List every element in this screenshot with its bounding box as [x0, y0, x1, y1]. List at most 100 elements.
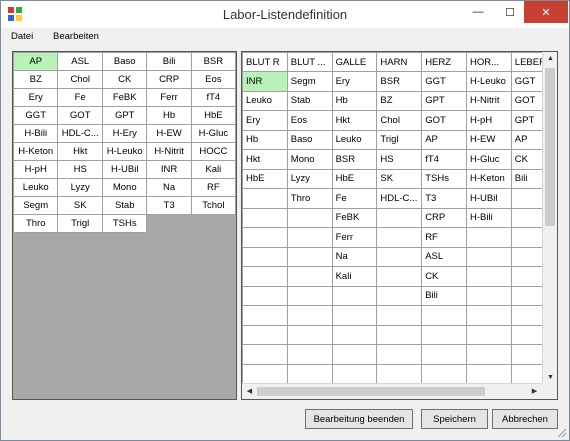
right-grid-cell[interactable]	[286, 285, 333, 306]
right-grid-cell[interactable]	[376, 363, 423, 384]
left-grid-cell[interactable]: AP	[13, 52, 59, 71]
right-grid-cell[interactable]	[465, 363, 512, 384]
vertical-scroll-thumb[interactable]	[545, 68, 555, 226]
right-grid-cell[interactable]	[286, 363, 333, 384]
left-grid-cell[interactable]: fT4	[190, 88, 236, 107]
right-grid-cell[interactable]: SK	[376, 168, 423, 189]
left-grid-cell[interactable]: Baso	[101, 52, 148, 71]
right-grid-cell[interactable]: GGT	[421, 71, 467, 92]
right-grid-cell[interactable]: T3	[421, 188, 467, 209]
right-grid-cell[interactable]	[465, 344, 512, 365]
right-grid-cell[interactable]: TSHs	[421, 168, 467, 189]
left-grid-cell[interactable]: TSHs	[101, 214, 148, 233]
left-grid-cell[interactable]: H-pH	[13, 160, 59, 179]
right-grid-cell[interactable]: H-UBil	[465, 188, 512, 209]
right-grid-cell[interactable]: BSR	[331, 149, 378, 170]
left-grid-cell[interactable]: HOCC	[190, 142, 236, 161]
scroll-right-icon[interactable]: ▶	[527, 387, 542, 395]
left-grid-cell[interactable]: H-Ery	[101, 124, 148, 143]
right-grid-cell[interactable]	[242, 285, 288, 306]
column-header[interactable]: HARN	[376, 52, 423, 72]
right-grid-cell[interactable]: Lyzy	[286, 168, 333, 189]
right-grid-cell[interactable]	[376, 344, 423, 365]
right-grid-cell[interactable]	[286, 227, 333, 248]
column-header[interactable]: BLUT ...	[286, 52, 333, 72]
left-grid-cell[interactable]: GGT	[13, 106, 59, 125]
right-grid-cell[interactable]: ASL	[421, 246, 467, 267]
right-grid-cell[interactable]: Kali	[331, 266, 378, 287]
right-grid-cell[interactable]: HDL-C...	[376, 188, 423, 209]
left-grid-cell[interactable]: HS	[57, 160, 103, 179]
left-grid-cell[interactable]: Trigl	[57, 214, 103, 233]
right-grid-cell[interactable]	[242, 344, 288, 365]
left-grid-cell[interactable]: HDL-C...	[57, 124, 103, 143]
right-grid-cell[interactable]: GPT	[421, 90, 467, 111]
right-grid-cell[interactable]	[242, 324, 288, 345]
maximize-button[interactable]: ☐	[495, 1, 525, 23]
scroll-left-icon[interactable]: ◀	[242, 387, 257, 395]
menu-bearbeiten[interactable]: Bearbeiten	[53, 31, 99, 42]
scroll-up-icon[interactable]: ▲	[543, 55, 557, 62]
right-grid-cell[interactable]: Eos	[286, 110, 333, 131]
right-grid-cell[interactable]	[286, 344, 333, 365]
right-grid-cell[interactable]: fT4	[421, 149, 467, 170]
right-grid-cell[interactable]	[465, 305, 512, 326]
left-grid-cell[interactable]: Ferr	[146, 88, 192, 107]
right-grid-cell[interactable]	[286, 246, 333, 267]
right-grid-cell[interactable]: Ery	[331, 71, 378, 92]
horizontal-scrollbar[interactable]: ◀ ▶	[242, 383, 542, 399]
right-grid-cell[interactable]: BZ	[376, 90, 423, 111]
right-grid-cell[interactable]	[242, 188, 288, 209]
right-grid-cell[interactable]	[376, 246, 423, 267]
right-grid-cell[interactable]: CK	[421, 266, 467, 287]
right-grid-cell[interactable]	[286, 305, 333, 326]
right-grid-cell[interactable]	[242, 246, 288, 267]
left-grid-cell[interactable]: FeBK	[101, 88, 148, 107]
right-grid-cell[interactable]	[421, 363, 467, 384]
right-grid-cell[interactable]	[242, 305, 288, 326]
right-grid-cell[interactable]: H-EW	[465, 129, 512, 150]
right-grid-cell[interactable]: H-Gluc	[465, 149, 512, 170]
left-grid-cell[interactable]: Hkt	[57, 142, 103, 161]
left-grid-cell[interactable]: ASL	[57, 52, 103, 71]
right-grid-cell[interactable]	[465, 227, 512, 248]
left-grid-cell[interactable]: Chol	[57, 70, 103, 89]
right-grid-cell[interactable]	[465, 285, 512, 306]
right-grid-cell[interactable]: Thro	[286, 188, 333, 209]
right-grid-cell[interactable]: Hkt	[242, 149, 288, 170]
left-grid-cell[interactable]: H-Bili	[13, 124, 59, 143]
right-grid-cell[interactable]	[376, 266, 423, 287]
right-grid-cell[interactable]	[331, 324, 378, 345]
cancel-button[interactable]: Abbrechen	[492, 409, 558, 429]
left-grid-cell[interactable]: H-UBil	[101, 160, 148, 179]
left-grid-cell[interactable]: Stab	[101, 196, 148, 215]
right-grid-cell[interactable]	[376, 207, 423, 228]
right-grid-cell[interactable]: Na	[331, 246, 378, 267]
right-grid-cell[interactable]	[376, 227, 423, 248]
left-grid-cell[interactable]: H-EW	[146, 124, 192, 143]
column-header[interactable]: BLUT R	[242, 52, 288, 72]
right-grid-cell[interactable]	[242, 363, 288, 384]
right-grid-cell[interactable]: BSR	[376, 71, 423, 92]
right-grid-cell[interactable]: Bili	[421, 285, 467, 306]
left-grid-cell[interactable]: H-Gluc	[190, 124, 236, 143]
left-grid-cell[interactable]: BZ	[13, 70, 59, 89]
left-grid-cell[interactable]: RF	[190, 178, 236, 197]
left-grid-cell[interactable]: Tchol	[190, 196, 236, 215]
right-grid-cell[interactable]	[421, 305, 467, 326]
right-grid-cell[interactable]	[465, 324, 512, 345]
left-grid-cell[interactable]: GPT	[101, 106, 148, 125]
left-grid-cell[interactable]: H-Keton	[13, 142, 59, 161]
right-grid-cell[interactable]: Chol	[376, 110, 423, 131]
finish-editing-button[interactable]: Bearbeitung beenden	[305, 409, 413, 429]
left-grid-cell[interactable]: Thro	[13, 214, 59, 233]
left-grid-cell[interactable]: Na	[146, 178, 192, 197]
left-grid-cell[interactable]: INR	[146, 160, 192, 179]
left-grid-cell[interactable]: CK	[101, 70, 148, 89]
save-button[interactable]: Speichern	[421, 409, 488, 429]
right-grid-cell[interactable]	[286, 266, 333, 287]
right-grid-cell[interactable]: H-pH	[465, 110, 512, 131]
left-grid-cell[interactable]: Bili	[146, 52, 192, 71]
right-grid-cell[interactable]	[242, 227, 288, 248]
left-grid-cell[interactable]: BSR	[190, 52, 236, 71]
